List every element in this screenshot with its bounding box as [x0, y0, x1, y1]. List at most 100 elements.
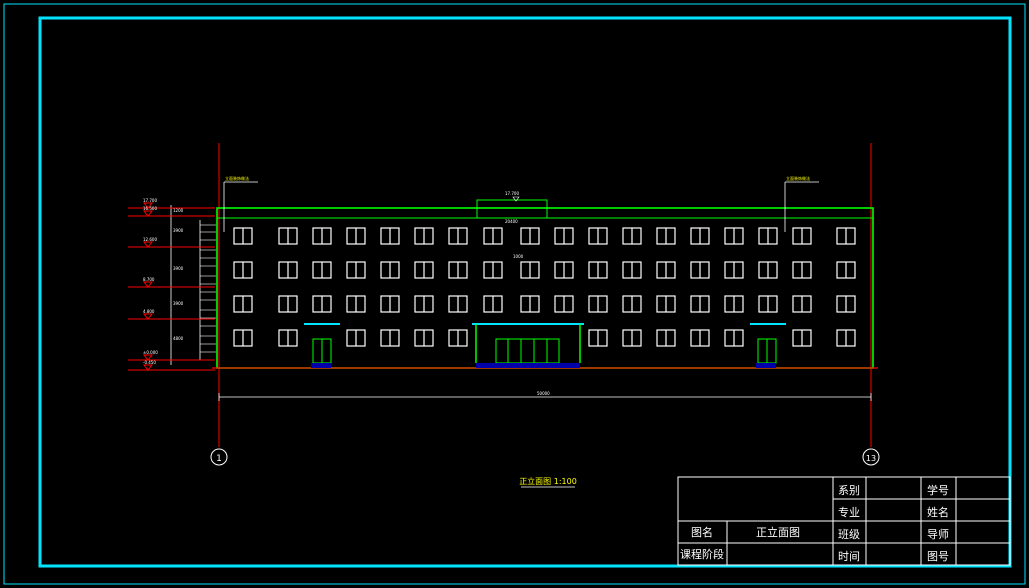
- step-right: [756, 363, 776, 368]
- window: [414, 261, 434, 279]
- window: [792, 261, 812, 279]
- window: [792, 227, 812, 245]
- level-label: -0.450: [143, 360, 156, 365]
- window: [233, 227, 253, 245]
- window: [380, 261, 400, 279]
- window: [483, 295, 503, 313]
- window: [792, 295, 812, 313]
- window: [346, 261, 366, 279]
- window: [520, 227, 540, 245]
- window: [278, 329, 298, 347]
- window: [656, 329, 676, 347]
- window: [554, 261, 574, 279]
- window: [724, 329, 744, 347]
- roof-label: 17.700: [505, 191, 519, 196]
- window: [836, 261, 856, 279]
- window: [448, 227, 468, 245]
- window: [690, 227, 710, 245]
- note-left: 立面装饰做法: [225, 175, 249, 181]
- window-grid: [233, 227, 856, 347]
- outer-frame: [3, 3, 1026, 585]
- detail-label: 1000: [513, 254, 524, 259]
- window: [380, 227, 400, 245]
- window: [588, 295, 608, 313]
- drawing-caption: 正立面图 1:100: [519, 476, 577, 486]
- level-label: 17.700: [143, 198, 157, 203]
- window: [483, 227, 503, 245]
- floor-dimension-label: 3900: [173, 266, 184, 271]
- axis-label-left: 1: [216, 454, 222, 464]
- window: [758, 227, 778, 245]
- window: [520, 261, 540, 279]
- tb-drawing-name-value: 正立面图: [756, 525, 800, 539]
- window: [554, 227, 574, 245]
- tb-course-stage-label: 课程阶段: [680, 547, 724, 561]
- window: [278, 261, 298, 279]
- window: [312, 227, 332, 245]
- window: [233, 295, 253, 313]
- tb-drawing-no-label: 图号: [927, 550, 949, 563]
- window: [414, 227, 434, 245]
- overall-dimension: 50000: [537, 391, 550, 396]
- window: [656, 227, 676, 245]
- floor-dimension-label: 4800: [173, 336, 184, 341]
- window: [836, 295, 856, 313]
- step-main: [476, 363, 580, 368]
- window: [690, 329, 710, 347]
- window: [724, 295, 744, 313]
- note-right: 立面装饰做法: [786, 175, 810, 181]
- window: [278, 227, 298, 245]
- window: [792, 329, 812, 347]
- window: [622, 329, 642, 347]
- level-marker: [142, 313, 154, 320]
- level-label: 4.800: [143, 309, 155, 314]
- window: [346, 227, 366, 245]
- building-outline: [216, 207, 874, 369]
- window: [380, 295, 400, 313]
- axis-label-right: 13: [866, 454, 876, 463]
- window: [622, 295, 642, 313]
- floor-dimension-label: 1200: [173, 208, 184, 213]
- level-label: 12.600: [143, 237, 157, 242]
- window: [588, 329, 608, 347]
- window: [448, 261, 468, 279]
- level-label: 16.500: [143, 206, 157, 211]
- window: [278, 295, 298, 313]
- tb-dept-label: 系别: [838, 484, 860, 497]
- door-main: [495, 338, 560, 364]
- tb-time-label: 时间: [838, 550, 860, 563]
- tb-student-no-label: 学号: [927, 483, 949, 497]
- window: [448, 295, 468, 313]
- level-label: ±0.000: [143, 350, 158, 355]
- window: [448, 329, 468, 347]
- window: [758, 261, 778, 279]
- window: [836, 227, 856, 245]
- window: [724, 227, 744, 245]
- level-label: 8.700: [143, 277, 155, 282]
- step-left: [311, 363, 331, 368]
- window: [312, 295, 332, 313]
- floor-dimension-label: 3900: [173, 228, 184, 233]
- window: [588, 227, 608, 245]
- window: [346, 329, 366, 347]
- level-marker: [142, 210, 154, 217]
- cad-elevation-drawing: 17.700 20400 立面装饰做法 立面装饰做法 1000 50000 1 …: [3, 3, 1026, 585]
- window: [414, 329, 434, 347]
- window: [233, 329, 253, 347]
- roof-feature: [476, 199, 548, 219]
- window: [233, 261, 253, 279]
- window: [483, 261, 503, 279]
- window: [622, 261, 642, 279]
- window: [622, 227, 642, 245]
- window: [836, 329, 856, 347]
- window: [588, 261, 608, 279]
- window: [554, 295, 574, 313]
- elevation-markers: 17.700 16.500 12.600 8.700 4.800 ±0.000 -0.450…: [128, 198, 216, 371]
- window: [690, 261, 710, 279]
- tb-class-label: 班级: [838, 528, 860, 541]
- window: [312, 261, 332, 279]
- tb-major-label: 专业: [838, 505, 860, 519]
- tb-name-label: 姓名: [927, 505, 949, 519]
- level-marker: [142, 241, 154, 248]
- window: [690, 295, 710, 313]
